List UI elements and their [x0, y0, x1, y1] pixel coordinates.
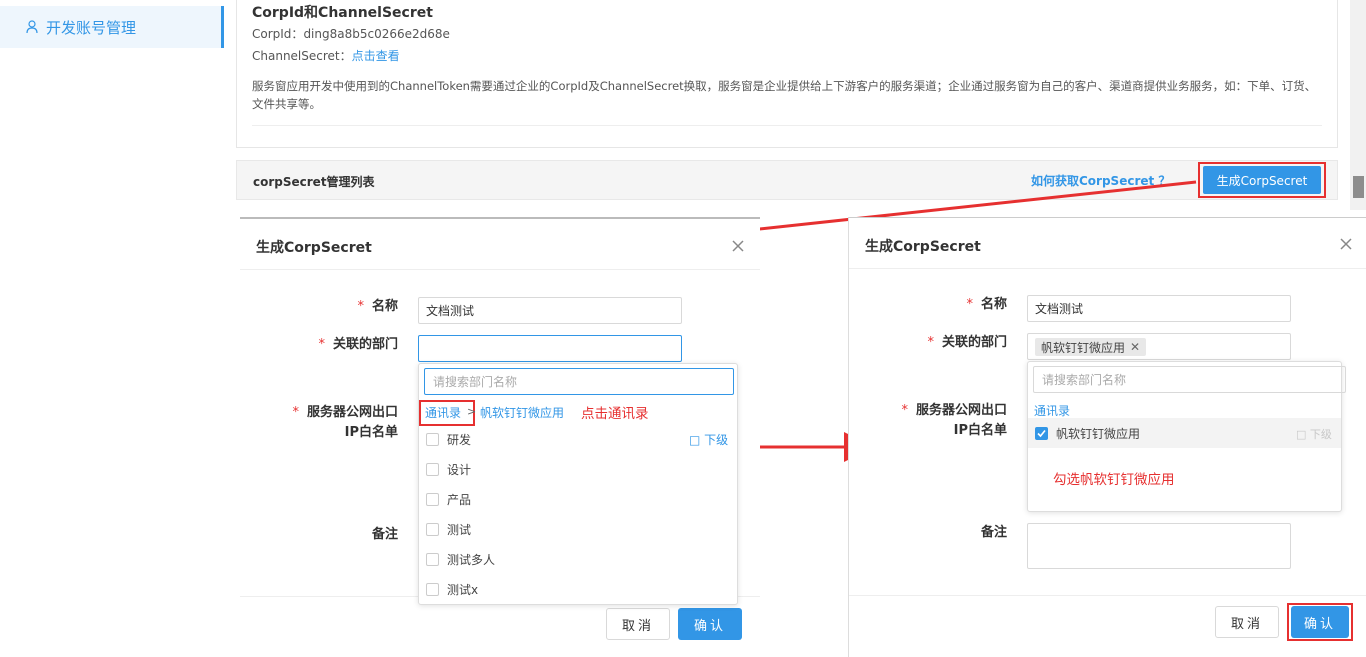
info-title: CorpId和ChannelSecret — [252, 5, 433, 21]
corpid-value: ding8a8b5c0266e2d68e — [303, 27, 450, 41]
sub-level-link[interactable]: □ 下级 — [689, 431, 728, 448]
checkbox[interactable] — [426, 552, 439, 566]
dept-select[interactable] — [418, 335, 682, 362]
remark-label: 备注 — [371, 527, 398, 542]
confirm-button[interactable]: 确认 — [678, 608, 742, 640]
page-scrollbar[interactable] — [1350, 0, 1366, 210]
remark-label: 备注 — [980, 525, 1007, 540]
close-icon[interactable] — [731, 239, 745, 253]
check-icon — [1037, 429, 1046, 437]
selected-dept-tag: 帆软钉钉微应用 ✕ — [1035, 338, 1147, 356]
corpid-line: CorpId：ding8a8b5c0266e2d68e — [252, 25, 450, 42]
cancel-button[interactable]: 取消 — [606, 608, 670, 640]
annotation-note: 勾选帆软钉钉微应用 — [1053, 472, 1175, 488]
name-label: * 名称 — [966, 297, 1007, 312]
channel-secret-label: ChannelSecret： — [252, 49, 352, 63]
ip-whitelist-label: * 服务器公网出口 IP白名单 — [901, 403, 1007, 438]
divider — [240, 269, 760, 270]
channel-secret-line: ChannelSecret：点击查看 — [252, 47, 400, 64]
dept-option[interactable]: 测试x — [426, 580, 478, 598]
checkbox[interactable] — [426, 582, 439, 596]
breadcrumb-current[interactable]: 帆软钉钉微应用 — [480, 404, 564, 421]
checkbox[interactable] — [426, 492, 439, 506]
dept-option[interactable]: 设计 — [426, 460, 471, 478]
list-title: corpSecret管理列表 — [253, 175, 375, 189]
checkbox-checked[interactable] — [1035, 426, 1048, 440]
dept-select[interactable]: 帆软钉钉微应用 ✕ — [1027, 333, 1291, 360]
user-icon — [26, 20, 38, 34]
dept-option-selected[interactable]: 帆软钉钉微应用 □ 下级 — [1028, 418, 1341, 448]
generate-corpsecret-dialog-step2: 生成CorpSecret * 名称 文档测试 * 关联的部门 帆软钉钉微应用 ✕ * 服… — [848, 217, 1366, 657]
dialog-title: 生成CorpSecret — [865, 239, 981, 255]
divider — [849, 595, 1366, 596]
breadcrumb-separator: > — [467, 405, 477, 418]
corpid-label: CorpId： — [252, 27, 304, 41]
dept-search-input[interactable]: 请搜索部门名称 — [424, 368, 734, 395]
divider — [849, 268, 1366, 269]
confirm-button[interactable]: 确认 — [1291, 606, 1349, 638]
dept-option[interactable]: 测试多人 — [426, 550, 495, 568]
remove-tag-icon[interactable]: ✕ — [1130, 340, 1140, 354]
cancel-button[interactable]: 取消 — [1215, 606, 1279, 638]
ip-whitelist-label: * 服务器公网出口 IP白名单 — [292, 405, 398, 440]
how-to-get-secret-link[interactable]: 如何获取CorpSecret ？ — [1031, 172, 1170, 189]
dept-search-input[interactable]: 请搜索部门名称 — [1033, 366, 1346, 393]
sidebar-item-dev-account[interactable]: 开发账号管理 — [0, 6, 224, 48]
checkbox[interactable] — [426, 432, 439, 446]
scrollbar-thumb[interactable] — [1353, 176, 1364, 198]
checkbox[interactable] — [426, 462, 439, 476]
dept-option[interactable]: 产品 — [426, 490, 471, 508]
dept-option[interactable]: 帆软钉钉微应用 — [1035, 424, 1140, 442]
breadcrumb-root[interactable]: 通讯录 — [1034, 402, 1070, 419]
generate-corpsecret-dialog-step1: 生成CorpSecret * 名称 文档测试 * 关联的部门 * 服务器公网出口 IP白… — [240, 217, 760, 657]
breadcrumb-root[interactable]: 通讯录 — [425, 404, 461, 421]
name-label: * 名称 — [357, 299, 398, 314]
annotation-note: 点击通讯录 — [581, 406, 649, 422]
dept-label: * 关联的部门 — [927, 335, 1007, 350]
divider — [252, 125, 1322, 126]
dept-dropdown: 请搜索部门名称 通讯录 > 帆软钉钉微应用 点击通讯录 □ 下级 研发 设计 产… — [418, 363, 738, 605]
remark-textarea[interactable] — [1027, 523, 1291, 569]
info-description: 服务窗应用开发中使用到的ChannelToken需要通过企业的CorpId及Ch… — [252, 79, 1317, 111]
dept-dropdown: 请搜索部门名称 通讯录 帆软钉钉微应用 □ 下级 勾选帆软钉钉微应用 — [1027, 361, 1346, 512]
highlight-box: 生成CorpSecret — [1198, 162, 1326, 198]
view-secret-link[interactable]: 点击查看 — [352, 49, 400, 63]
generate-corpsecret-button[interactable]: 生成CorpSecret — [1203, 166, 1321, 194]
name-input[interactable]: 文档测试 — [418, 297, 682, 324]
corpid-info-card: CorpId和ChannelSecret CorpId：ding8a8b5c02… — [236, 0, 1338, 148]
dept-option[interactable]: 测试 — [426, 520, 471, 538]
sidebar: 开发账号管理 — [0, 0, 226, 657]
name-input[interactable]: 文档测试 — [1027, 295, 1291, 322]
dept-option[interactable]: 研发 — [426, 430, 471, 448]
corpsecret-list-header: corpSecret管理列表 如何获取CorpSecret ？ — [236, 160, 1338, 200]
sidebar-item-label: 开发账号管理 — [46, 18, 137, 37]
checkbox[interactable] — [426, 522, 439, 536]
dialog-title: 生成CorpSecret — [256, 240, 372, 256]
close-icon[interactable] — [1339, 237, 1353, 251]
dept-label: * 关联的部门 — [318, 337, 398, 352]
sub-level-link[interactable]: □ 下级 — [1296, 426, 1332, 442]
